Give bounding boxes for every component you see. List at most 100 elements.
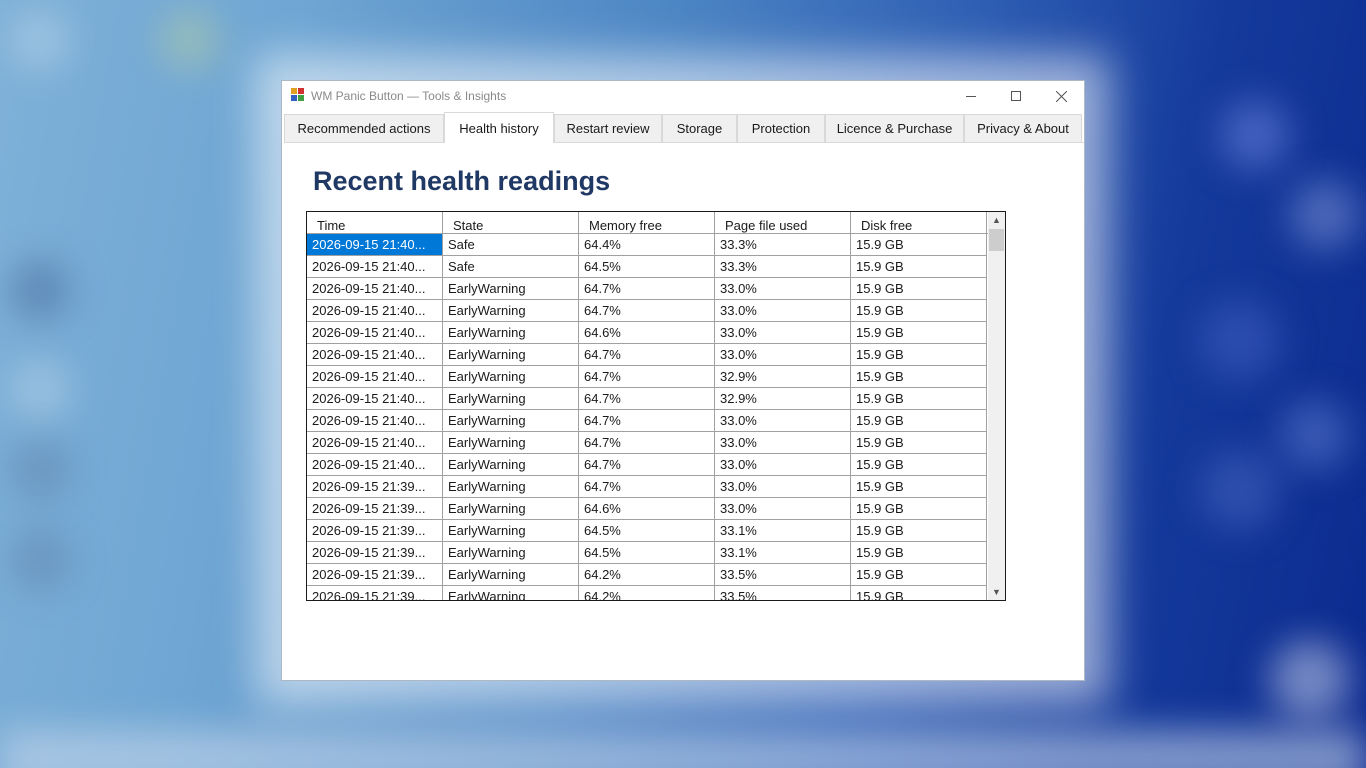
vertical-scrollbar[interactable]: ▲ ▼ bbox=[988, 212, 1005, 600]
cell-memory-free[interactable]: 64.7% bbox=[579, 410, 715, 432]
cell-disk-free[interactable]: 15.9 GB bbox=[851, 300, 987, 322]
maximize-button[interactable] bbox=[993, 81, 1039, 111]
cell-disk-free[interactable]: 15.9 GB bbox=[851, 410, 987, 432]
table-row[interactable]: 2026-09-15 21:39... EarlyWarning 64.2% 33.5… bbox=[307, 564, 988, 586]
cell-memory-free[interactable]: 64.2% bbox=[579, 564, 715, 586]
cell-time[interactable]: 2026-09-15 21:39... bbox=[307, 542, 443, 564]
health-readings-table[interactable]: Time State Memory free Page file used Di… bbox=[306, 211, 1006, 601]
scroll-down-icon[interactable]: ▼ bbox=[988, 584, 1005, 600]
cell-time[interactable]: 2026-09-15 21:40... bbox=[307, 344, 443, 366]
table-row[interactable]: 2026-09-15 21:40... EarlyWarning 64.7% 33.0… bbox=[307, 278, 988, 300]
tab-licence-purchase[interactable]: Licence & Purchase bbox=[825, 114, 964, 142]
cell-state[interactable]: EarlyWarning bbox=[443, 388, 579, 410]
cell-memory-free[interactable]: 64.6% bbox=[579, 498, 715, 520]
cell-time[interactable]: 2026-09-15 21:40... bbox=[307, 256, 443, 278]
cell-state[interactable]: EarlyWarning bbox=[443, 476, 579, 498]
cell-memory-free[interactable]: 64.7% bbox=[579, 432, 715, 454]
cell-page-file-used[interactable]: 33.0% bbox=[715, 322, 851, 344]
cell-state[interactable]: Safe bbox=[443, 256, 579, 278]
cell-memory-free[interactable]: 64.7% bbox=[579, 366, 715, 388]
close-button[interactable] bbox=[1038, 81, 1084, 111]
table-row[interactable]: 2026-09-15 21:40... EarlyWarning 64.7% 33.0… bbox=[307, 344, 988, 366]
cell-disk-free[interactable]: 15.9 GB bbox=[851, 432, 987, 454]
cell-state[interactable]: EarlyWarning bbox=[443, 322, 579, 344]
cell-time[interactable]: 2026-09-15 21:39... bbox=[307, 586, 443, 600]
cell-time[interactable]: 2026-09-15 21:39... bbox=[307, 520, 443, 542]
cell-memory-free[interactable]: 64.4% bbox=[579, 234, 715, 256]
cell-state[interactable]: EarlyWarning bbox=[443, 410, 579, 432]
cell-page-file-used[interactable]: 32.9% bbox=[715, 366, 851, 388]
cell-page-file-used[interactable]: 33.3% bbox=[715, 256, 851, 278]
cell-disk-free[interactable]: 15.9 GB bbox=[851, 344, 987, 366]
tab-privacy-about[interactable]: Privacy & About bbox=[964, 114, 1082, 142]
table-row[interactable]: 2026-09-15 21:39... EarlyWarning 64.5% 33.1… bbox=[307, 520, 988, 542]
cell-time[interactable]: 2026-09-15 21:40... bbox=[307, 322, 443, 344]
table-row[interactable]: 2026-09-15 21:39... EarlyWarning 64.6% 33.0… bbox=[307, 498, 988, 520]
cell-page-file-used[interactable]: 33.0% bbox=[715, 454, 851, 476]
column-header-page-file-used[interactable]: Page file used bbox=[715, 212, 851, 234]
table-row[interactable]: 2026-09-15 21:40... EarlyWarning 64.7% 33.0… bbox=[307, 432, 988, 454]
cell-page-file-used[interactable]: 33.0% bbox=[715, 410, 851, 432]
table-row[interactable]: 2026-09-15 21:39... EarlyWarning 64.5% 33.1… bbox=[307, 542, 988, 564]
cell-memory-free[interactable]: 64.6% bbox=[579, 322, 715, 344]
cell-time[interactable]: 2026-09-15 21:39... bbox=[307, 498, 443, 520]
cell-state[interactable]: EarlyWarning bbox=[443, 498, 579, 520]
table-row[interactable]: 2026-09-15 21:40... Safe 64.5% 33.3% 15.9 GB bbox=[307, 256, 988, 278]
cell-state[interactable]: EarlyWarning bbox=[443, 278, 579, 300]
cell-memory-free[interactable]: 64.5% bbox=[579, 542, 715, 564]
cell-disk-free[interactable]: 15.9 GB bbox=[851, 366, 987, 388]
table-row[interactable]: 2026-09-15 21:40... EarlyWarning 64.7% 32.9… bbox=[307, 366, 988, 388]
column-header-time[interactable]: Time bbox=[307, 212, 443, 234]
cell-state[interactable]: EarlyWarning bbox=[443, 454, 579, 476]
cell-state[interactable]: EarlyWarning bbox=[443, 542, 579, 564]
cell-disk-free[interactable]: 15.9 GB bbox=[851, 586, 987, 600]
cell-state[interactable]: Safe bbox=[443, 234, 579, 256]
cell-memory-free[interactable]: 64.7% bbox=[579, 454, 715, 476]
cell-state[interactable]: EarlyWarning bbox=[443, 366, 579, 388]
cell-time[interactable]: 2026-09-15 21:40... bbox=[307, 432, 443, 454]
cell-state[interactable]: EarlyWarning bbox=[443, 300, 579, 322]
table-row[interactable]: 2026-09-15 21:40... EarlyWarning 64.7% 33.0… bbox=[307, 410, 988, 432]
column-header-memory-free[interactable]: Memory free bbox=[579, 212, 715, 234]
cell-time[interactable]: 2026-09-15 21:40... bbox=[307, 454, 443, 476]
cell-time[interactable]: 2026-09-15 21:40... bbox=[307, 366, 443, 388]
cell-time[interactable]: 2026-09-15 21:40... bbox=[307, 410, 443, 432]
cell-time[interactable]: 2026-09-15 21:39... bbox=[307, 564, 443, 586]
cell-page-file-used[interactable]: 33.0% bbox=[715, 300, 851, 322]
cell-page-file-used[interactable]: 33.0% bbox=[715, 344, 851, 366]
cell-disk-free[interactable]: 15.9 GB bbox=[851, 388, 987, 410]
cell-page-file-used[interactable]: 33.0% bbox=[715, 476, 851, 498]
cell-memory-free[interactable]: 64.7% bbox=[579, 476, 715, 498]
cell-page-file-used[interactable]: 33.5% bbox=[715, 564, 851, 586]
cell-page-file-used[interactable]: 33.0% bbox=[715, 498, 851, 520]
scroll-up-icon[interactable]: ▲ bbox=[988, 212, 1005, 228]
cell-state[interactable]: EarlyWarning bbox=[443, 432, 579, 454]
table-row[interactable]: 2026-09-15 21:39... EarlyWarning 64.2% 33.5… bbox=[307, 586, 988, 600]
cell-disk-free[interactable]: 15.9 GB bbox=[851, 520, 987, 542]
cell-time[interactable]: 2026-09-15 21:40... bbox=[307, 300, 443, 322]
cell-time[interactable]: 2026-09-15 21:39... bbox=[307, 476, 443, 498]
cell-memory-free[interactable]: 64.7% bbox=[579, 344, 715, 366]
cell-page-file-used[interactable]: 33.1% bbox=[715, 520, 851, 542]
table-row[interactable]: 2026-09-15 21:39... EarlyWarning 64.7% 33.0… bbox=[307, 476, 988, 498]
cell-page-file-used[interactable]: 33.3% bbox=[715, 234, 851, 256]
cell-memory-free[interactable]: 64.2% bbox=[579, 586, 715, 600]
cell-state[interactable]: EarlyWarning bbox=[443, 586, 579, 600]
cell-time[interactable]: 2026-09-15 21:40... bbox=[307, 278, 443, 300]
cell-disk-free[interactable]: 15.9 GB bbox=[851, 256, 987, 278]
table-row[interactable]: 2026-09-15 21:40... EarlyWarning 64.7% 33.0… bbox=[307, 300, 988, 322]
cell-disk-free[interactable]: 15.9 GB bbox=[851, 498, 987, 520]
cell-page-file-used[interactable]: 33.0% bbox=[715, 432, 851, 454]
column-header-disk-free[interactable]: Disk free bbox=[851, 212, 987, 234]
cell-page-file-used[interactable]: 33.0% bbox=[715, 278, 851, 300]
minimize-button[interactable] bbox=[948, 81, 994, 111]
tab-protection[interactable]: Protection bbox=[737, 114, 825, 142]
table-row[interactable]: 2026-09-15 21:40... EarlyWarning 64.7% 32.9… bbox=[307, 388, 988, 410]
tab-storage[interactable]: Storage bbox=[662, 114, 737, 142]
table-row[interactable]: 2026-09-15 21:40... EarlyWarning 64.7% 33.0… bbox=[307, 454, 988, 476]
cell-state[interactable]: EarlyWarning bbox=[443, 564, 579, 586]
cell-page-file-used[interactable]: 32.9% bbox=[715, 388, 851, 410]
cell-time[interactable]: 2026-09-15 21:40... bbox=[307, 388, 443, 410]
cell-time[interactable]: 2026-09-15 21:40... bbox=[307, 234, 443, 256]
cell-memory-free[interactable]: 64.7% bbox=[579, 388, 715, 410]
